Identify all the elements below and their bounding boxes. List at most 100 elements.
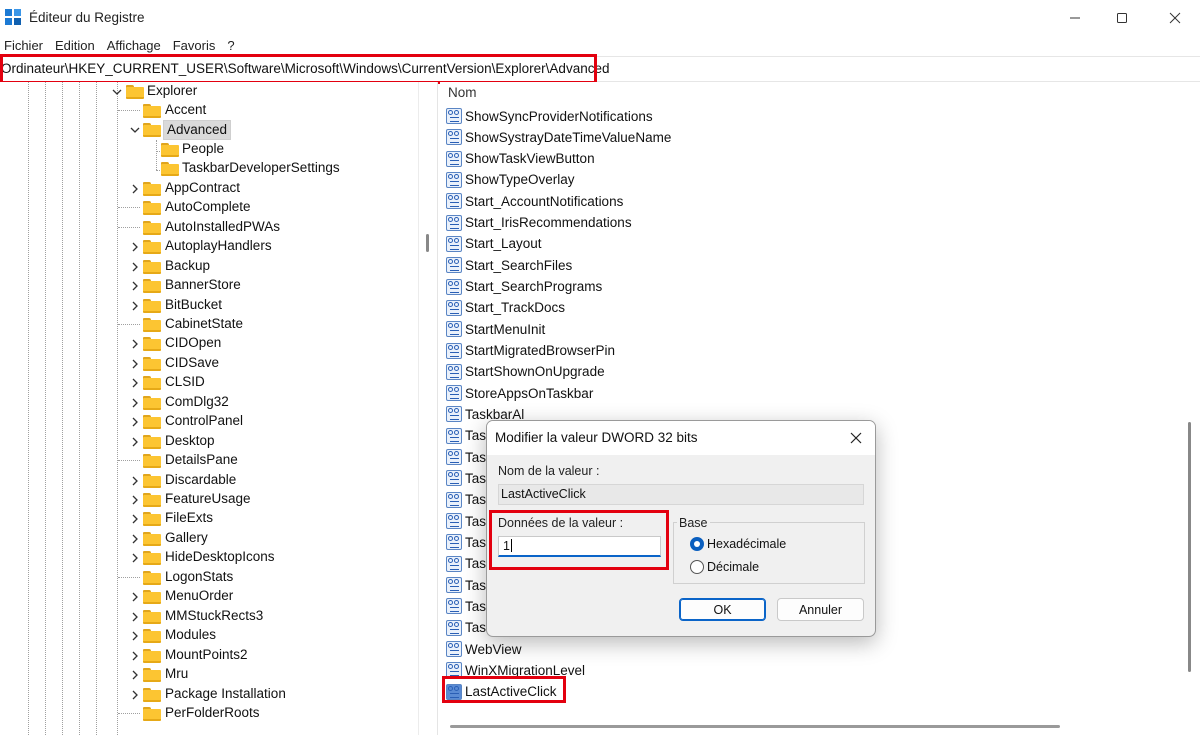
chevron-right-icon[interactable]	[130, 417, 140, 427]
chevron-right-icon[interactable]	[130, 242, 140, 252]
key-tree-pane[interactable]: Explorer Accent Advanced People TaskbarDeve…	[0, 82, 438, 735]
tree-item-backup[interactable]: Backup	[0, 257, 418, 276]
value-row[interactable]: WinXMigrationLevel	[446, 660, 585, 680]
chevron-right-icon[interactable]	[130, 495, 140, 505]
chevron-right-icon[interactable]	[130, 651, 140, 661]
chevron-right-icon[interactable]	[130, 514, 140, 524]
tree-item-discardable[interactable]: Discardable	[0, 471, 418, 490]
menu-fichier[interactable]: Fichier	[0, 36, 50, 56]
tree-item-taskbardevelopersettings[interactable]: TaskbarDeveloperSettings	[0, 159, 418, 178]
minimize-button[interactable]	[1050, 0, 1100, 36]
tree-item-hidedesktopicons[interactable]: HideDesktopIcons	[0, 548, 418, 567]
radio-decimal[interactable]: Décimale	[690, 560, 759, 574]
value-row[interactable]: ShowTypeOverlay	[446, 170, 575, 190]
tree-item-controlpanel[interactable]: ControlPanel	[0, 412, 418, 431]
value-row[interactable]: ShowSyncProviderNotifications	[446, 106, 653, 126]
dialog-close-button[interactable]	[843, 426, 869, 450]
chevron-right-icon[interactable]	[130, 690, 140, 700]
menu-favoris[interactable]: Favoris	[168, 36, 223, 56]
tree-item-cidsave[interactable]: CIDSave	[0, 354, 418, 373]
tree-item-fileexts[interactable]: FileExts	[0, 509, 418, 528]
tree-item-mru[interactable]: Mru	[0, 665, 418, 684]
values-pane[interactable]: Nom ShowSyncProviderNotifications ShowSys…	[440, 82, 1200, 735]
tree-item-perfolderroots[interactable]: PerFolderRoots	[0, 704, 418, 723]
tree-item-mmstuckrects3[interactable]: MMStuckRects3	[0, 607, 418, 626]
tree-item-package-installation[interactable]: Package Installation	[0, 685, 418, 704]
menu-help[interactable]: ?	[222, 36, 241, 56]
chevron-right-icon[interactable]	[130, 612, 140, 622]
chevron-right-icon[interactable]	[130, 378, 140, 388]
values-hscroll-thumb[interactable]	[450, 725, 1060, 728]
tree-item-bannerstore[interactable]: BannerStore	[0, 276, 418, 295]
value-row[interactable]: StartShownOnUpgrade	[446, 362, 605, 382]
chevron-right-icon[interactable]	[130, 339, 140, 349]
tree-item-advanced[interactable]: Advanced	[0, 120, 418, 141]
chevron-right-icon[interactable]	[130, 359, 140, 369]
tree-item-comdlg32[interactable]: ComDlg32	[0, 393, 418, 412]
value-row[interactable]: Start_SearchFiles	[446, 255, 572, 275]
tree-item-cabinetstate[interactable]: CabinetState	[0, 315, 418, 334]
tree-item-gallery[interactable]: Gallery	[0, 529, 418, 548]
values-vertical-scrollbar[interactable]	[1180, 82, 1200, 735]
chevron-right-icon[interactable]	[130, 534, 140, 544]
chevron-right-icon[interactable]	[130, 553, 140, 563]
chevron-down-icon[interactable]	[130, 125, 140, 135]
tree-scrollbar[interactable]	[418, 82, 437, 735]
chevron-right-icon[interactable]	[130, 398, 140, 408]
address-path[interactable]: Ordinateur\HKEY_CURRENT_USER\Software\Mi…	[1, 61, 609, 76]
close-button[interactable]	[1150, 0, 1200, 36]
tree-item-autoinstalledpwas[interactable]: AutoInstalledPWAs	[0, 218, 418, 237]
tree-item-autoplayhandlers[interactable]: AutoplayHandlers	[0, 237, 418, 256]
tree-item-detailspane[interactable]: DetailsPane	[0, 451, 418, 470]
value-row[interactable]: StartMenuInit	[446, 319, 545, 339]
tree-item-accent[interactable]: Accent	[0, 101, 418, 120]
chevron-right-icon[interactable]	[130, 631, 140, 641]
value-data-input[interactable]: 1	[498, 536, 661, 557]
folder-icon	[143, 687, 161, 702]
column-header-name[interactable]: Nom	[448, 85, 477, 100]
value-row[interactable]: LastActiveClick	[446, 682, 557, 702]
address-bar[interactable]: Ordinateur\HKEY_CURRENT_USER\Software\Mi…	[0, 56, 1200, 82]
tree-scroll-thumb[interactable]	[426, 234, 429, 252]
tree-item-mountpoints2[interactable]: MountPoints2	[0, 646, 418, 665]
value-row[interactable]: Start_AccountNotifications	[446, 191, 623, 211]
chevron-right-icon[interactable]	[130, 262, 140, 272]
chevron-right-icon[interactable]	[130, 476, 140, 486]
value-row[interactable]: Start_SearchPrograms	[446, 277, 602, 297]
maximize-button[interactable]	[1097, 0, 1147, 36]
tree-item-desktop[interactable]: Desktop	[0, 432, 418, 451]
values-horizontal-scrollbar[interactable]	[440, 715, 1180, 735]
tree-item-appcontract[interactable]: AppContract	[0, 179, 418, 198]
tree-item-featureusage[interactable]: FeatureUsage	[0, 490, 418, 509]
ok-button[interactable]: OK	[679, 598, 766, 621]
value-row[interactable]: StoreAppsOnTaskbar	[446, 383, 593, 403]
tree-item-people[interactable]: People	[0, 140, 418, 159]
value-row[interactable]: Start_Layout	[446, 234, 542, 254]
value-row[interactable]: WebView	[446, 639, 522, 659]
tree-item-logonstats[interactable]: LogonStats	[0, 568, 418, 587]
values-vscroll-thumb[interactable]	[1188, 422, 1191, 672]
menu-affichage[interactable]: Affichage	[102, 36, 168, 56]
value-row[interactable]: ShowTaskViewButton	[446, 149, 595, 169]
chevron-right-icon[interactable]	[130, 437, 140, 447]
cancel-button[interactable]: Annuler	[777, 598, 864, 621]
chevron-right-icon[interactable]	[130, 184, 140, 194]
tree-item-explorer[interactable]: Explorer	[0, 82, 418, 101]
tree-item-clsid[interactable]: CLSID	[0, 373, 418, 392]
tree-item-autocomplete[interactable]: AutoComplete	[0, 198, 418, 217]
chevron-right-icon[interactable]	[130, 670, 140, 680]
chevron-right-icon[interactable]	[130, 281, 140, 291]
value-row[interactable]: Start_TrackDocs	[446, 298, 565, 318]
tree-item-modules[interactable]: Modules	[0, 626, 418, 645]
value-row[interactable]: Start_IrisRecommendations	[446, 213, 632, 233]
tree-item-menuorder[interactable]: MenuOrder	[0, 587, 418, 606]
tree-item-cidopen[interactable]: CIDOpen	[0, 334, 418, 353]
tree-item-bitbucket[interactable]: BitBucket	[0, 296, 418, 315]
menu-edition[interactable]: Edition	[50, 36, 102, 56]
value-row[interactable]: StartMigratedBrowserPin	[446, 341, 615, 361]
chevron-right-icon[interactable]	[130, 301, 140, 311]
radio-hexadecimal[interactable]: Hexadécimale	[690, 537, 786, 551]
chevron-down-icon[interactable]	[112, 87, 122, 97]
value-row[interactable]: ShowSystrayDateTimeValueName	[446, 127, 671, 147]
chevron-right-icon[interactable]	[130, 592, 140, 602]
